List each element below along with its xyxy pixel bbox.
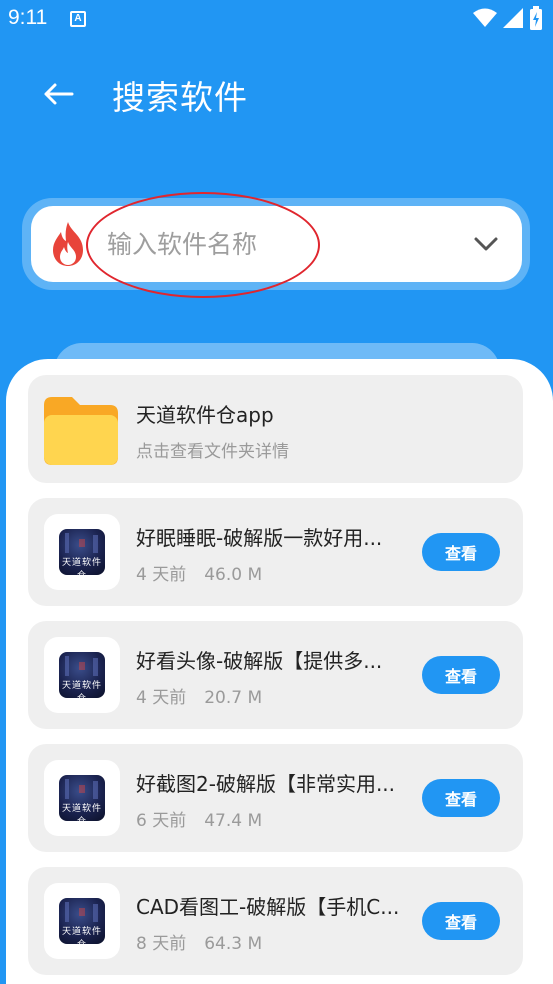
arrow-left-icon	[44, 83, 74, 105]
app-icon-label: 天道软件仓	[61, 804, 102, 821]
app-title: CAD看图工-破解版【手机C...	[136, 895, 400, 919]
signal-icon	[503, 8, 523, 28]
app-title: 好眠睡眠-破解版一款好用...	[136, 526, 383, 550]
app-title: 好看头像-破解版【提供多...	[136, 649, 383, 673]
app-size: 47.4 M	[204, 811, 263, 831]
app-icon-frame: 天道软件仓	[44, 637, 120, 713]
app-icon-label: 天道软件仓	[61, 681, 102, 698]
battery-icon	[530, 6, 542, 30]
view-button[interactable]: 查看	[422, 533, 500, 571]
app-icon: 天道软件仓	[59, 898, 105, 944]
app-card[interactable]: 天道软件仓 好眠睡眠-破解版一款好用... 4 天前 46.0 M 查看	[28, 498, 523, 606]
app-meta: 6 天前 47.4 M	[136, 806, 262, 831]
view-button[interactable]: 查看	[422, 656, 500, 694]
status-time: 9:11	[8, 6, 48, 29]
app-icon: 天道软件仓	[59, 652, 105, 698]
app-icon-frame: 天道软件仓	[44, 514, 120, 590]
app-icon-label: 天道软件仓	[61, 927, 102, 944]
folder-icon	[44, 397, 118, 465]
folder-card[interactable]: 天道软件仓app 点击查看文件夹详情	[28, 375, 523, 483]
status-bar: 9:11 A	[0, 0, 553, 38]
search-input[interactable]	[107, 222, 447, 266]
app-card[interactable]: 天道软件仓 好看头像-破解版【提供多... 4 天前 20.7 M 查看	[28, 621, 523, 729]
app-age: 4 天前	[136, 688, 187, 708]
app-icon-frame: 天道软件仓	[44, 883, 120, 959]
wifi-icon	[473, 8, 497, 27]
chevron-down-icon	[474, 237, 498, 251]
app-age: 4 天前	[136, 565, 187, 585]
status-icons	[473, 6, 543, 30]
view-button[interactable]: 查看	[422, 779, 500, 817]
back-button[interactable]	[36, 76, 80, 112]
app-icon-frame: 天道软件仓	[44, 760, 120, 836]
app-card[interactable]: 天道软件仓 好截图2-破解版【非常实用... 6 天前 47.4 M 查看	[28, 744, 523, 852]
dropdown-button[interactable]	[470, 228, 502, 260]
view-button[interactable]: 查看	[422, 902, 500, 940]
app-size: 20.7 M	[204, 688, 263, 708]
folder-subtitle: 点击查看文件夹详情	[136, 442, 289, 462]
page-title: 搜索软件	[112, 78, 248, 117]
app-meta: 8 天前 64.3 M	[136, 929, 262, 954]
app-card[interactable]: 天道软件仓 CAD看图工-破解版【手机C... 8 天前 64.3 M 查看	[28, 867, 523, 975]
fire-icon	[53, 222, 83, 266]
a-icon: A	[70, 11, 86, 27]
app-icon: 天道软件仓	[59, 775, 105, 821]
app-title: 好截图2-破解版【非常实用...	[136, 772, 396, 796]
app-icon-label: 天道软件仓	[61, 558, 102, 575]
search-box[interactable]	[31, 206, 522, 282]
app-age: 6 天前	[136, 811, 187, 831]
app-bar: 搜索软件	[0, 38, 553, 150]
app-size: 46.0 M	[204, 565, 263, 585]
app-meta: 4 天前 46.0 M	[136, 560, 262, 585]
app-age: 8 天前	[136, 934, 187, 954]
app-meta: 4 天前 20.7 M	[136, 683, 262, 708]
app-size: 64.3 M	[204, 934, 263, 954]
app-icon: 天道软件仓	[59, 529, 105, 575]
folder-title: 天道软件仓app	[136, 403, 274, 427]
